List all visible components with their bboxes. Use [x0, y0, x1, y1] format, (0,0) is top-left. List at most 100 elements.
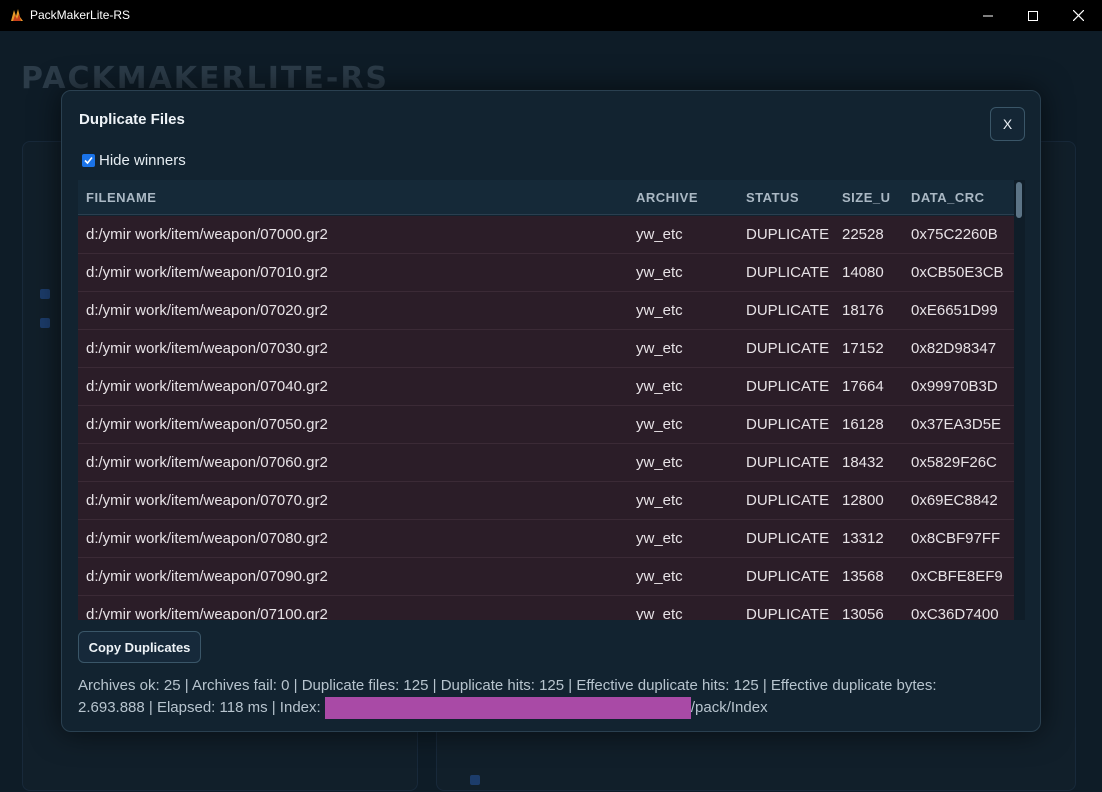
- cell-archive: yw_etc: [636, 530, 683, 547]
- table-row[interactable]: d:/ymir work/item/weapon/07090.gr2 yw_etc…: [78, 558, 1014, 596]
- cell-archive: yw_etc: [636, 606, 683, 620]
- app-logo-icon: [11, 9, 23, 21]
- window-close-button[interactable]: [1055, 0, 1101, 31]
- maximize-button[interactable]: [1010, 0, 1056, 31]
- cell-size-u: 12800: [842, 492, 884, 509]
- table-row[interactable]: d:/ymir work/item/weapon/07080.gr2 yw_etc…: [78, 520, 1014, 558]
- cell-archive: yw_etc: [636, 454, 683, 471]
- cell-status: DUPLICATE: [746, 302, 830, 319]
- cell-status: DUPLICATE: [746, 378, 830, 395]
- cell-status: DUPLICATE: [746, 226, 830, 243]
- cell-size-u: 18176: [842, 302, 884, 319]
- dialog-close-button[interactable]: X: [990, 107, 1025, 141]
- cell-filename: d:/ymir work/item/weapon/07000.gr2: [86, 226, 328, 243]
- cell-filename: d:/ymir work/item/weapon/07070.gr2: [86, 492, 328, 509]
- table-row[interactable]: d:/ymir work/item/weapon/07070.gr2 yw_etc…: [78, 482, 1014, 520]
- column-header-status[interactable]: STATUS: [746, 190, 842, 205]
- cell-status: DUPLICATE: [746, 492, 830, 509]
- cell-size-u: 13056: [842, 606, 884, 620]
- table-row[interactable]: d:/ymir work/item/weapon/07040.gr2 yw_etc…: [78, 368, 1014, 406]
- status-summary: Archives ok: 25 | Archives fail: 0 | Dup…: [78, 675, 998, 719]
- table-row[interactable]: d:/ymir work/item/weapon/07100.gr2 yw_etc…: [78, 596, 1014, 620]
- table-scrollbar[interactable]: [1014, 180, 1025, 620]
- cell-filename: d:/ymir work/item/weapon/07030.gr2: [86, 340, 328, 357]
- column-header-archive[interactable]: ARCHIVE: [636, 190, 746, 205]
- background-checkbox: [40, 318, 50, 328]
- cell-archive: yw_etc: [636, 226, 683, 243]
- minimize-button[interactable]: [965, 0, 1011, 31]
- maximize-icon: [1028, 10, 1038, 21]
- cell-size-u: 16128: [842, 416, 884, 433]
- column-header-size-u[interactable]: SIZE_U: [842, 190, 911, 205]
- scrollbar-thumb[interactable]: [1016, 182, 1022, 218]
- window-titlebar: PackMakerLite-RS: [0, 0, 1102, 31]
- cell-archive: yw_etc: [636, 340, 683, 357]
- cell-size-u: 13568: [842, 568, 884, 585]
- cell-data-crc: 0xCBFE8EF9: [911, 568, 1003, 585]
- background-checkbox: [470, 775, 480, 785]
- cell-size-u: 13312: [842, 530, 884, 547]
- cell-data-crc: 0xCB50E3CB: [911, 264, 1004, 281]
- cell-data-crc: 0x69EC8842: [911, 492, 998, 509]
- cell-filename: d:/ymir work/item/weapon/07080.gr2: [86, 530, 328, 547]
- table-body: d:/ymir work/item/weapon/07000.gr2 yw_etc…: [78, 216, 1014, 620]
- table-row[interactable]: d:/ymir work/item/weapon/07060.gr2 yw_etc…: [78, 444, 1014, 482]
- cell-data-crc: 0x37EA3D5E: [911, 416, 1002, 433]
- cell-archive: yw_etc: [636, 492, 683, 509]
- cell-filename: d:/ymir work/item/weapon/07010.gr2: [86, 264, 328, 281]
- cell-size-u: 22528: [842, 226, 884, 243]
- cell-data-crc: 0x99970B3D: [911, 378, 998, 395]
- cell-filename: d:/ymir work/item/weapon/07060.gr2: [86, 454, 328, 471]
- hide-winners-toggle[interactable]: Hide winners: [82, 152, 186, 169]
- cell-size-u: 17152: [842, 340, 884, 357]
- cell-status: DUPLICATE: [746, 568, 830, 585]
- cell-filename: d:/ymir work/item/weapon/07040.gr2: [86, 378, 328, 395]
- cell-size-u: 14080: [842, 264, 884, 281]
- hide-winners-label: Hide winners: [99, 152, 186, 169]
- dialog-title: Duplicate Files: [79, 111, 185, 128]
- table-header: FILENAME ARCHIVE STATUS SIZE_U DATA_CRC: [78, 180, 1014, 215]
- checkmark-icon: [84, 156, 93, 165]
- cell-archive: yw_etc: [636, 568, 683, 585]
- cell-data-crc: 0x5829F26C: [911, 454, 997, 471]
- table-row[interactable]: d:/ymir work/item/weapon/07030.gr2 yw_etc…: [78, 330, 1014, 368]
- stats-line-2-suffix: /pack/Index: [690, 699, 768, 716]
- cell-status: DUPLICATE: [746, 340, 830, 357]
- table-row[interactable]: d:/ymir work/item/weapon/07020.gr2 yw_etc…: [78, 292, 1014, 330]
- cell-status: DUPLICATE: [746, 264, 830, 281]
- cell-archive: yw_etc: [636, 378, 683, 395]
- cell-archive: yw_etc: [636, 302, 683, 319]
- table-row[interactable]: d:/ymir work/item/weapon/07010.gr2 yw_etc…: [78, 254, 1014, 292]
- column-header-data-crc[interactable]: DATA_CRC: [911, 190, 1014, 205]
- cell-data-crc: 0x75C2260B: [911, 226, 998, 243]
- stats-line-2: 2.693.888 | Elapsed: 118 ms | Index: /pa…: [78, 697, 998, 719]
- table-row[interactable]: d:/ymir work/item/weapon/07050.gr2 yw_etc…: [78, 406, 1014, 444]
- cell-filename: d:/ymir work/item/weapon/07050.gr2: [86, 416, 328, 433]
- cell-data-crc: 0xE6651D99: [911, 302, 998, 319]
- cell-filename: d:/ymir work/item/weapon/07100.gr2: [86, 606, 328, 620]
- table-row[interactable]: d:/ymir work/item/weapon/07000.gr2 yw_etc…: [78, 216, 1014, 254]
- cell-filename: d:/ymir work/item/weapon/07020.gr2: [86, 302, 328, 319]
- copy-duplicates-button[interactable]: Copy Duplicates: [78, 631, 201, 663]
- minimize-icon: [983, 15, 993, 16]
- cell-archive: yw_etc: [636, 264, 683, 281]
- cell-size-u: 17664: [842, 378, 884, 395]
- cell-status: DUPLICATE: [746, 454, 830, 471]
- stats-line-1: Archives ok: 25 | Archives fail: 0 | Dup…: [78, 677, 937, 694]
- close-icon: [1072, 10, 1084, 21]
- cell-status: DUPLICATE: [746, 530, 830, 547]
- cell-data-crc: 0xC36D7400: [911, 606, 999, 620]
- cell-filename: d:/ymir work/item/weapon/07090.gr2: [86, 568, 328, 585]
- column-header-filename[interactable]: FILENAME: [78, 190, 636, 205]
- stats-line-2-prefix: 2.693.888 | Elapsed: 118 ms | Index:: [78, 699, 321, 716]
- redacted-path: [324, 697, 691, 719]
- duplicate-files-dialog: Duplicate Files X Hide winners FILENAME …: [61, 90, 1041, 732]
- cell-status: DUPLICATE: [746, 606, 830, 620]
- cell-data-crc: 0x82D98347: [911, 340, 997, 357]
- hide-winners-checkbox[interactable]: [82, 154, 95, 167]
- cell-status: DUPLICATE: [746, 416, 830, 433]
- cell-archive: yw_etc: [636, 416, 683, 433]
- window-title: PackMakerLite-RS: [30, 8, 131, 22]
- duplicates-table: FILENAME ARCHIVE STATUS SIZE_U DATA_CRC …: [78, 180, 1025, 620]
- background-checkbox: [40, 289, 50, 299]
